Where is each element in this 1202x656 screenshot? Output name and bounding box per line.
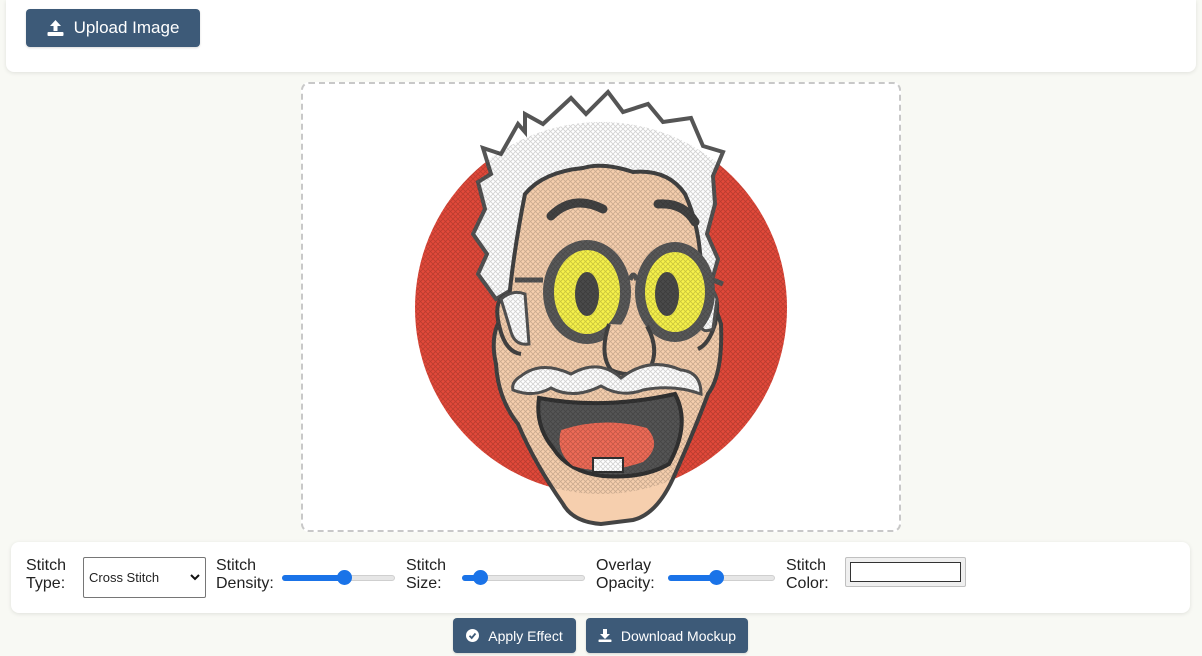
stitch-density-label: Stitch Density: [216, 557, 274, 592]
slider-thumb[interactable] [473, 570, 489, 585]
apply-effect-button[interactable]: Apply Effect [453, 618, 576, 653]
download-mockup-label: Download Mockup [620, 627, 737, 644]
upload-image-button[interactable]: Upload Image [26, 9, 200, 47]
stitch-type-select[interactable]: Cross Stitch [83, 557, 206, 598]
check-circle-icon [466, 629, 480, 642]
slider-thumb[interactable] [709, 570, 725, 585]
color-swatch [850, 562, 961, 582]
chevron-down-icon [189, 571, 201, 586]
image-preview [301, 82, 901, 532]
slider-thumb[interactable] [337, 570, 353, 585]
upload-image-label: Upload Image [73, 18, 180, 37]
stitch-density-slider[interactable] [282, 570, 395, 585]
download-mockup-button[interactable]: Download Mockup [586, 618, 748, 653]
download-icon [598, 629, 612, 642]
overlay-opacity-label: Overlay Opacity: [596, 557, 655, 592]
stitch-type-label: Stitch Type: [26, 557, 67, 592]
apply-effect-label: Apply Effect [488, 627, 563, 644]
stitch-color-label: Stitch Color: [786, 557, 829, 592]
controls-panel: Stitch Type: Cross Stitch Stitch Density… [11, 542, 1190, 613]
upload-card: Upload Image [6, 0, 1196, 72]
cartoon-professor-image [415, 88, 787, 527]
overlay-opacity-slider[interactable] [668, 570, 775, 585]
upload-icon [47, 20, 64, 36]
stitch-size-slider[interactable] [462, 570, 585, 585]
stitch-type-value: Cross Stitch [89, 570, 160, 585]
stitch-color-picker[interactable] [845, 557, 966, 587]
stitch-size-label: Stitch Size: [406, 557, 447, 592]
